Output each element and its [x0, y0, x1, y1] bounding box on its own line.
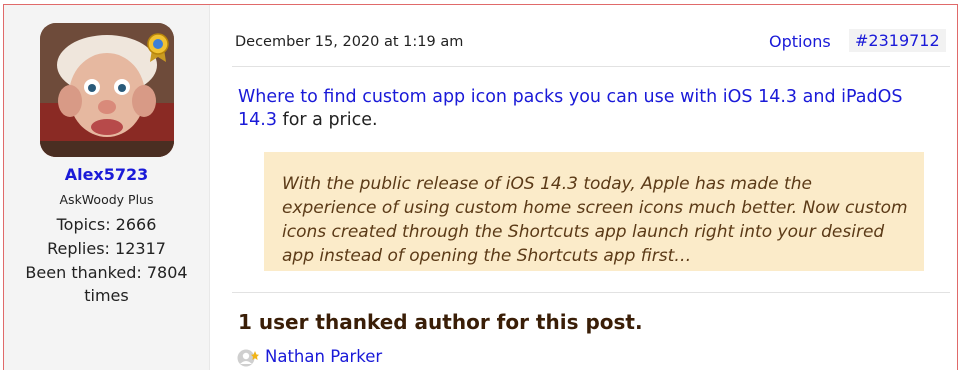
header-divider [232, 66, 950, 67]
author-role: AskWoody Plus [59, 192, 154, 207]
options-link[interactable]: Options [769, 32, 831, 51]
award-badge-icon [147, 33, 169, 62]
blockquote: With the public release of iOS 14.3 toda… [264, 152, 924, 271]
user-avatar-icon [237, 349, 259, 366]
thanker-item[interactable]: Nathan Parker [237, 347, 382, 367]
author-username[interactable]: Alex5723 [4, 165, 209, 184]
post-body-text: for a price. [276, 110, 378, 130]
author-topics: Topics: 2666 [56, 215, 157, 234]
author-thanked: Been thanked: 7804 [25, 263, 188, 282]
author-sidebar: Alex5723 AskWoody Plus Topics: 2666 Repl… [4, 5, 210, 370]
thanker-name: Nathan Parker [265, 347, 383, 366]
post-date: December 15, 2020 at 1:19 am [235, 34, 464, 50]
post-number-link[interactable]: #2319712 [849, 29, 946, 52]
author-thanked-suffix: times [84, 286, 129, 305]
thanks-title: 1 user thanked author for this post. [238, 310, 643, 334]
avatar[interactable] [40, 23, 174, 157]
post-body: Where to find custom app icon packs you … [238, 86, 928, 132]
thanks-divider [232, 292, 950, 293]
author-replies: Replies: 12317 [47, 239, 166, 258]
